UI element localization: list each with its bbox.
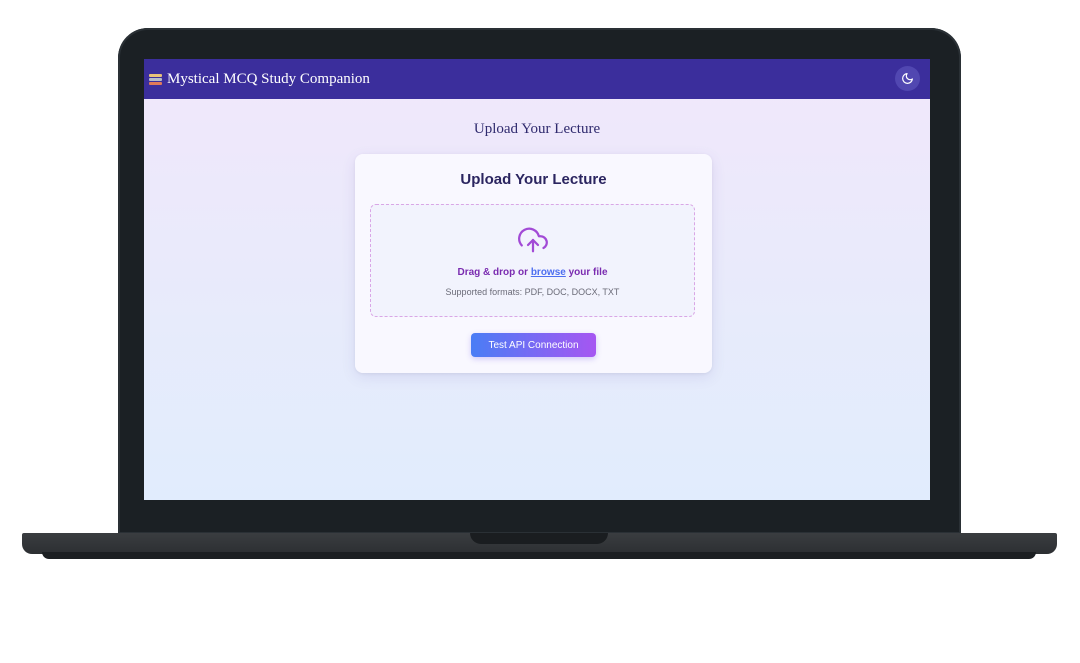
supported-formats-text: Supported formats: PDF, DOC, DOCX, TXT bbox=[445, 287, 620, 297]
cloud-upload-icon bbox=[518, 227, 548, 253]
app-title: Mystical MCQ Study Companion bbox=[167, 70, 370, 87]
drop-suffix-text: your file bbox=[565, 267, 608, 278]
drop-prefix-text: Drag & drop or bbox=[457, 267, 531, 278]
upload-card: Upload Your Lecture Drag & drop or brows… bbox=[355, 154, 712, 373]
theme-toggle-button[interactable] bbox=[895, 66, 920, 91]
file-dropzone[interactable]: Drag & drop or browse your file Supporte… bbox=[370, 204, 695, 317]
stacked-books-icon bbox=[149, 72, 162, 86]
drop-instructions: Drag & drop or browse your file bbox=[371, 267, 694, 278]
laptop-notch bbox=[470, 533, 608, 544]
laptop-base-shadow bbox=[42, 552, 1036, 559]
browse-link[interactable]: browse bbox=[531, 267, 566, 278]
test-api-connection-button[interactable]: Test API Connection bbox=[471, 333, 596, 357]
moon-icon bbox=[902, 73, 913, 84]
upload-card-title: Upload Your Lecture bbox=[460, 171, 607, 188]
app-screen: Mystical MCQ Study Companion Upload Your… bbox=[144, 59, 930, 500]
laptop-mockup: Mystical MCQ Study Companion Upload Your… bbox=[0, 0, 1080, 663]
page-heading: Upload Your Lecture bbox=[473, 121, 601, 137]
app-header: Mystical MCQ Study Companion bbox=[144, 59, 930, 99]
